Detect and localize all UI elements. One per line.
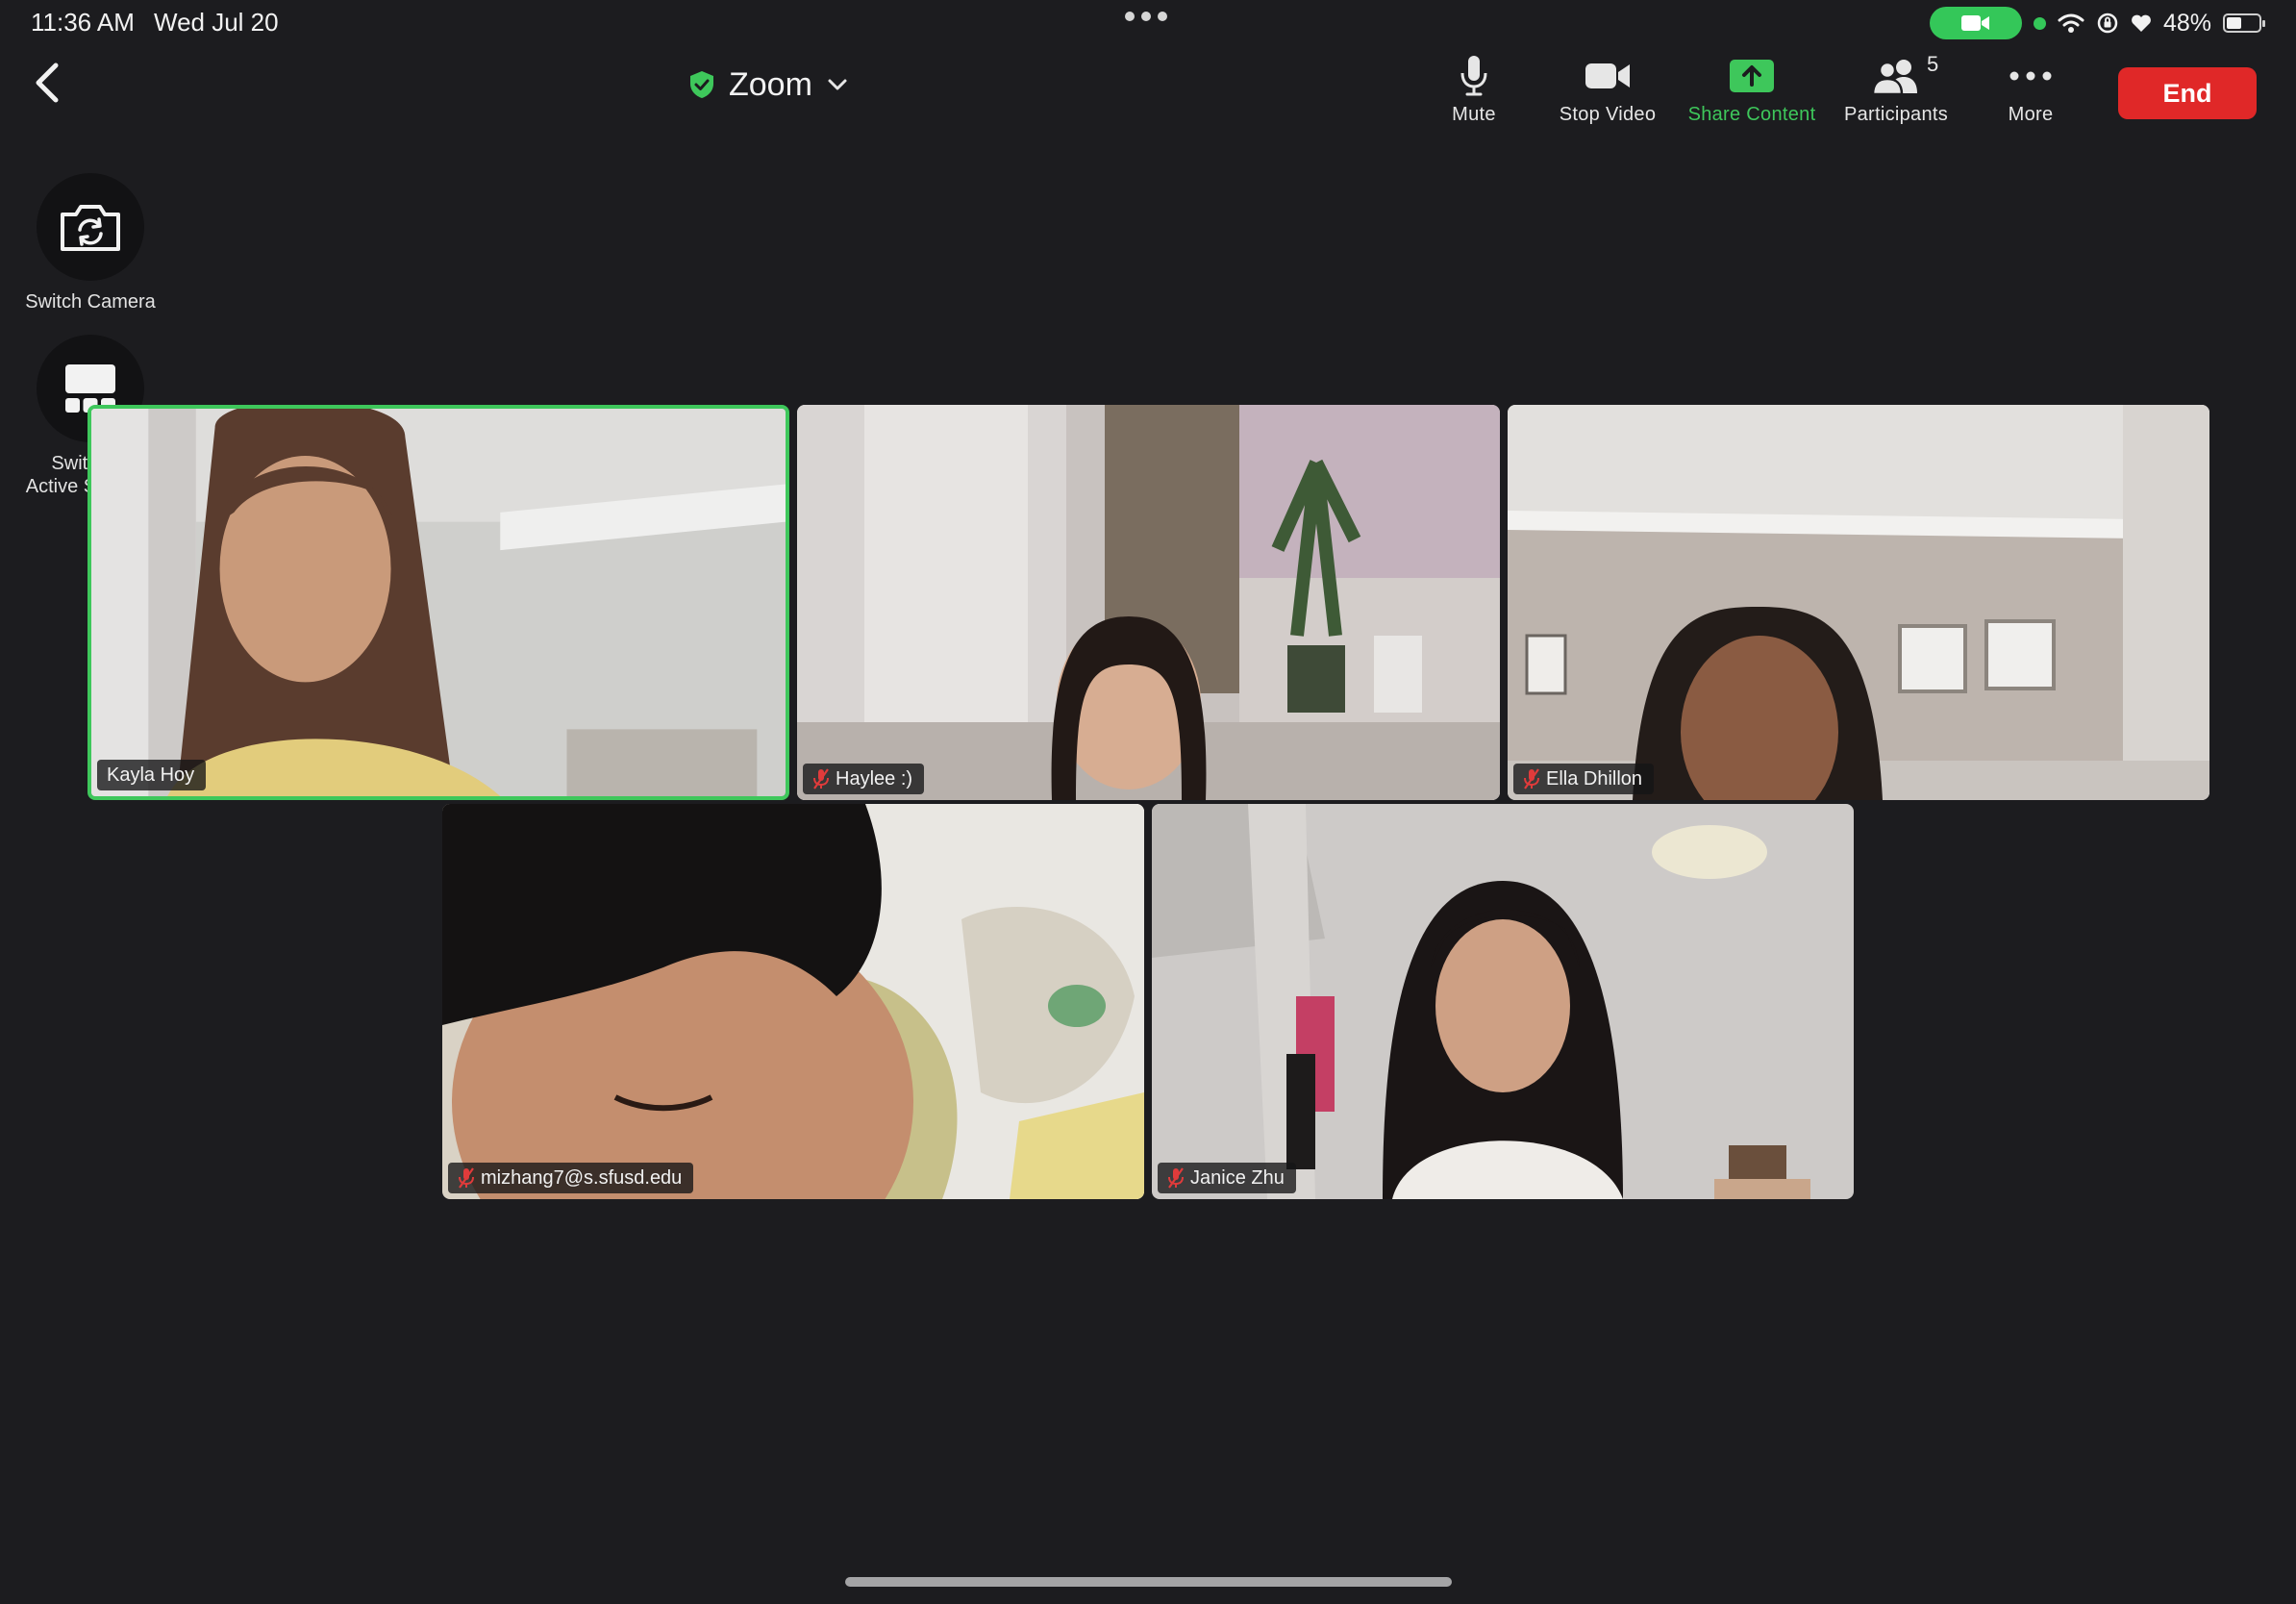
muted-microphone-icon (1168, 1167, 1184, 1189)
participants-button[interactable]: Participants (1824, 52, 1968, 129)
mute-button[interactable]: Mute (1402, 52, 1546, 129)
more-dots-icon (2009, 71, 2052, 81)
status-date: Wed Jul 20 (154, 8, 279, 37)
video-tile-janice-zhu[interactable]: Janice Zhu (1152, 804, 1854, 1199)
end-meeting-button[interactable]: End (2118, 67, 2257, 119)
participant-video (1152, 804, 1854, 1199)
participant-name-tag: Ella Dhillon (1513, 764, 1655, 794)
participants-count-badge: 5 (1927, 52, 1939, 76)
participant-name-tag: Haylee :) (803, 764, 925, 794)
camera-in-use-icon (1929, 7, 2022, 39)
participant-name: Janice Zhu (1190, 1166, 1285, 1189)
switch-camera-button[interactable]: Switch Camera (10, 173, 171, 313)
microphone-icon (1460, 56, 1487, 96)
orientation-lock-icon (2097, 13, 2118, 34)
switch-camera-icon (61, 205, 120, 251)
participants-icon (1871, 60, 1917, 95)
participant-name: Ella Dhillon (1546, 767, 1643, 789)
participants-label: Participants (1843, 104, 1949, 125)
participant-name: mizhang7@s.sfusd.edu (481, 1166, 683, 1189)
share-content-button[interactable]: Share Content (1680, 52, 1824, 129)
meeting-info-dropdown[interactable]: Zoom (688, 60, 849, 110)
back-button[interactable] (29, 58, 67, 108)
participant-name-tag: Kayla Hoy (97, 760, 207, 790)
participant-name-tag: Janice Zhu (1158, 1163, 1296, 1193)
switch-camera-label: Switch Camera (25, 291, 156, 313)
participant-name-tag: mizhang7@s.sfusd.edu (448, 1163, 694, 1193)
video-tile-mizhang7[interactable]: mizhang7@s.sfusd.edu (442, 804, 1144, 1199)
participant-video (1508, 405, 2209, 800)
battery-percentage: 48% (2162, 9, 2211, 37)
share-screen-icon (1730, 60, 1774, 92)
participant-video (91, 409, 786, 796)
video-camera-icon (1585, 63, 1630, 88)
muted-microphone-icon (813, 768, 829, 789)
status-indicators: 48% (1929, 6, 2265, 40)
muted-microphone-icon (1524, 768, 1539, 789)
status-time: 11:36 AM (31, 8, 135, 37)
meeting-title: Zoom (729, 65, 812, 103)
status-bar: 11:36 AM Wed Jul 20 48% (0, 0, 2296, 46)
participant-name: Kayla Hoy (107, 764, 195, 786)
video-tile-kayla-hoy[interactable]: Kayla Hoy (87, 405, 789, 800)
muted-microphone-icon (459, 1167, 474, 1189)
mute-label: Mute (1452, 104, 1496, 125)
shield-check-icon (690, 71, 713, 98)
stop-video-label: Stop Video (1559, 104, 1657, 125)
wifi-icon (2058, 13, 2084, 33)
chevron-down-icon (828, 79, 847, 90)
stop-video-button[interactable]: Stop Video (1535, 52, 1680, 129)
heart-icon (2132, 14, 2151, 32)
video-tile-ella-dhillon[interactable]: Ella Dhillon (1508, 405, 2209, 800)
more-label: More (2008, 104, 2054, 125)
home-indicator[interactable] (845, 1577, 1452, 1587)
video-tile-haylee[interactable]: Haylee :) (797, 405, 1500, 800)
battery-level-fill (2227, 17, 2242, 29)
more-button[interactable]: More (1959, 52, 2103, 129)
share-content-label: Share Content (1687, 104, 1816, 125)
participant-video (442, 804, 1144, 1199)
chevron-left-icon (36, 63, 59, 103)
multitasking-dots-icon[interactable] (1125, 12, 1167, 21)
battery-icon (2223, 13, 2265, 33)
participant-video (797, 405, 1500, 800)
camera-indicator-dot (2033, 16, 2046, 30)
participant-name: Haylee :) (836, 767, 913, 789)
